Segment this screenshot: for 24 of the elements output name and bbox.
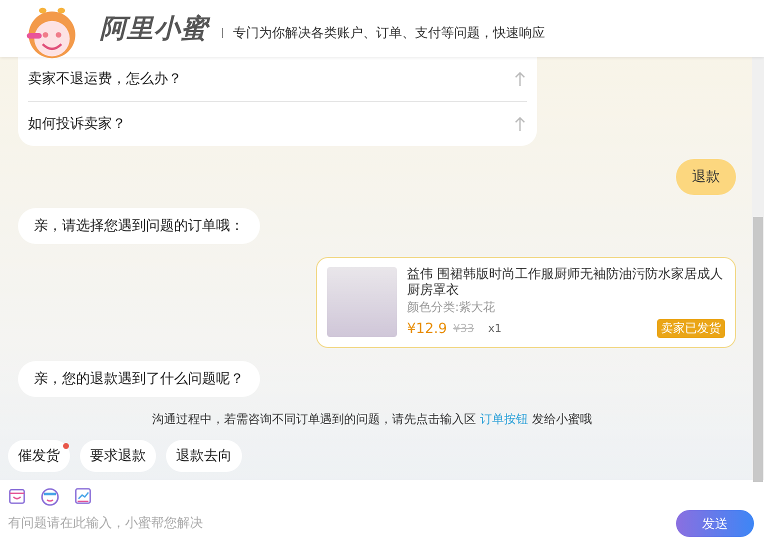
order-card[interactable]: 益伟 围裙韩版时尚工作服厨师无袖防油污防水家居成人厨房罩衣 颜色分类:紫大花 ¥12.9 ¥33 x1 卖家已发货 [316,257,736,348]
bot-message-bubble: 亲，您的退款遇到了什么问题呢？ [18,361,260,397]
product-variant: 颜色分类:紫大花 [407,299,496,315]
quick-reply-button[interactable]: 退款去向 [166,440,242,472]
bot-message-bubble: 亲，请选择您遇到问题的订单哦： [18,208,260,244]
send-button[interactable]: 发送 [676,510,754,537]
chart-icon[interactable] [74,487,92,505]
tagline: 专门为你解决各类账户、订单、支付等问题，快速响应 [233,24,545,42]
original-price: ¥33 [453,322,474,335]
quick-reply-button[interactable]: 要求退款 [80,440,156,472]
app-title: 阿里小蜜 [100,11,208,46]
user-message-bubble: 退款 [676,159,736,195]
quantity: x1 [488,322,502,335]
shop-icon[interactable] [8,487,26,505]
emoji-icon[interactable] [40,486,60,506]
order-status-tag: 卖家已发货 [657,319,725,338]
scrollbar[interactable] [752,57,764,480]
faq-question[interactable]: 卖家不退运费，怎么办？ [28,70,182,88]
quick-reply-button[interactable]: 催发货 [8,440,70,472]
price: ¥12.9 [407,320,448,336]
faq-question[interactable]: 如何投诉卖家？ [28,115,126,133]
photo-placeholder [327,267,397,337]
product-title: 益伟 围裙韩版时尚工作服厨师无袖防油污防水家居成人厨房罩衣 [407,267,724,299]
notice-text: 沟通过程中，若需咨询不同订单遇到的问题，请先点击输入区 订单按钮 发给小蜜哦 [151,411,593,428]
